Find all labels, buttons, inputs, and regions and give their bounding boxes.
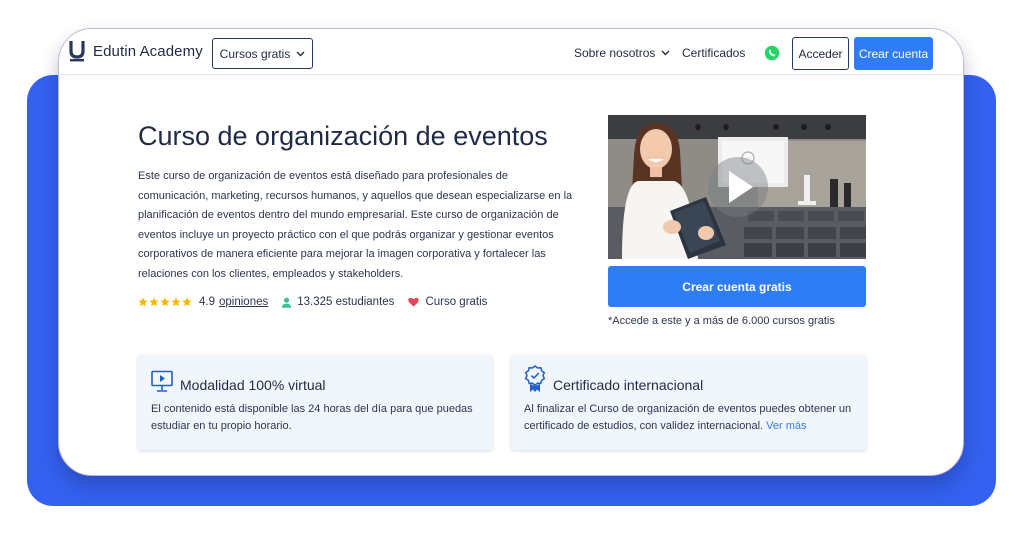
video-scene-illustration (608, 115, 866, 259)
course-description: Este curso de organización de eventos es… (138, 170, 573, 280)
video-monitor-icon (151, 370, 173, 392)
heart-icon (408, 297, 420, 307)
edutin-logo-icon (69, 41, 85, 62)
star-icon (171, 297, 181, 307)
site-header: Edutin Academy Cursos gratis Sobre nosot… (59, 29, 963, 75)
cta-note: *Accede a este y a más de 6.000 cursos g… (608, 315, 835, 327)
browser-frame: Edutin Academy Cursos gratis Sobre nosot… (58, 28, 964, 476)
see-more-link[interactable]: Ver más (766, 420, 806, 432)
free-course-label: Curso gratis (425, 296, 488, 308)
create-free-account-button[interactable]: Crear cuenta gratis (608, 266, 866, 307)
login-button[interactable]: Acceder (792, 37, 849, 70)
rating-stars (138, 297, 193, 307)
feature-card-virtual: Modalidad 100% virtual El contenido está… (138, 355, 492, 450)
user-icon (282, 297, 292, 308)
star-icon (160, 297, 170, 307)
card-text: Al finalizar el Curso de organización de… (524, 401, 860, 435)
courses-dropdown-label: Cursos gratis (219, 46, 291, 61)
nav-certificates-link[interactable]: Certificados (682, 46, 745, 60)
logo-text: Edutin Academy (93, 42, 203, 60)
certificate-badge-icon (524, 365, 546, 392)
nav-about-label: Sobre nosotros (574, 46, 656, 60)
card-title: Certificado internacional (553, 377, 704, 393)
logo[interactable]: Edutin Academy (69, 40, 203, 62)
star-icon (149, 297, 159, 307)
card-title: Modalidad 100% virtual (180, 377, 326, 393)
nav-about-dropdown[interactable]: Sobre nosotros (574, 46, 670, 60)
course-video-thumbnail[interactable] (608, 115, 866, 259)
whatsapp-icon[interactable] (764, 45, 780, 61)
course-stats: 4.9 opiniones 13.325 estudiantes Curso g… (138, 296, 487, 308)
chevron-down-icon (661, 50, 670, 56)
signup-button[interactable]: Crear cuenta (854, 37, 933, 70)
courses-dropdown-button[interactable]: Cursos gratis (212, 38, 313, 69)
course-title: Curso de organización de eventos (138, 121, 548, 151)
rating-value: 4.9 (199, 296, 215, 308)
reviews-link[interactable]: opiniones (219, 296, 268, 308)
chevron-down-icon (296, 51, 305, 56)
star-icon (182, 297, 192, 307)
feature-card-certificate: Certificado internacional Al finalizar e… (511, 355, 866, 450)
star-icon (138, 297, 148, 307)
card-text: El contenido está disponible las 24 hora… (151, 403, 473, 432)
students-count: 13.325 estudiantes (297, 296, 395, 308)
